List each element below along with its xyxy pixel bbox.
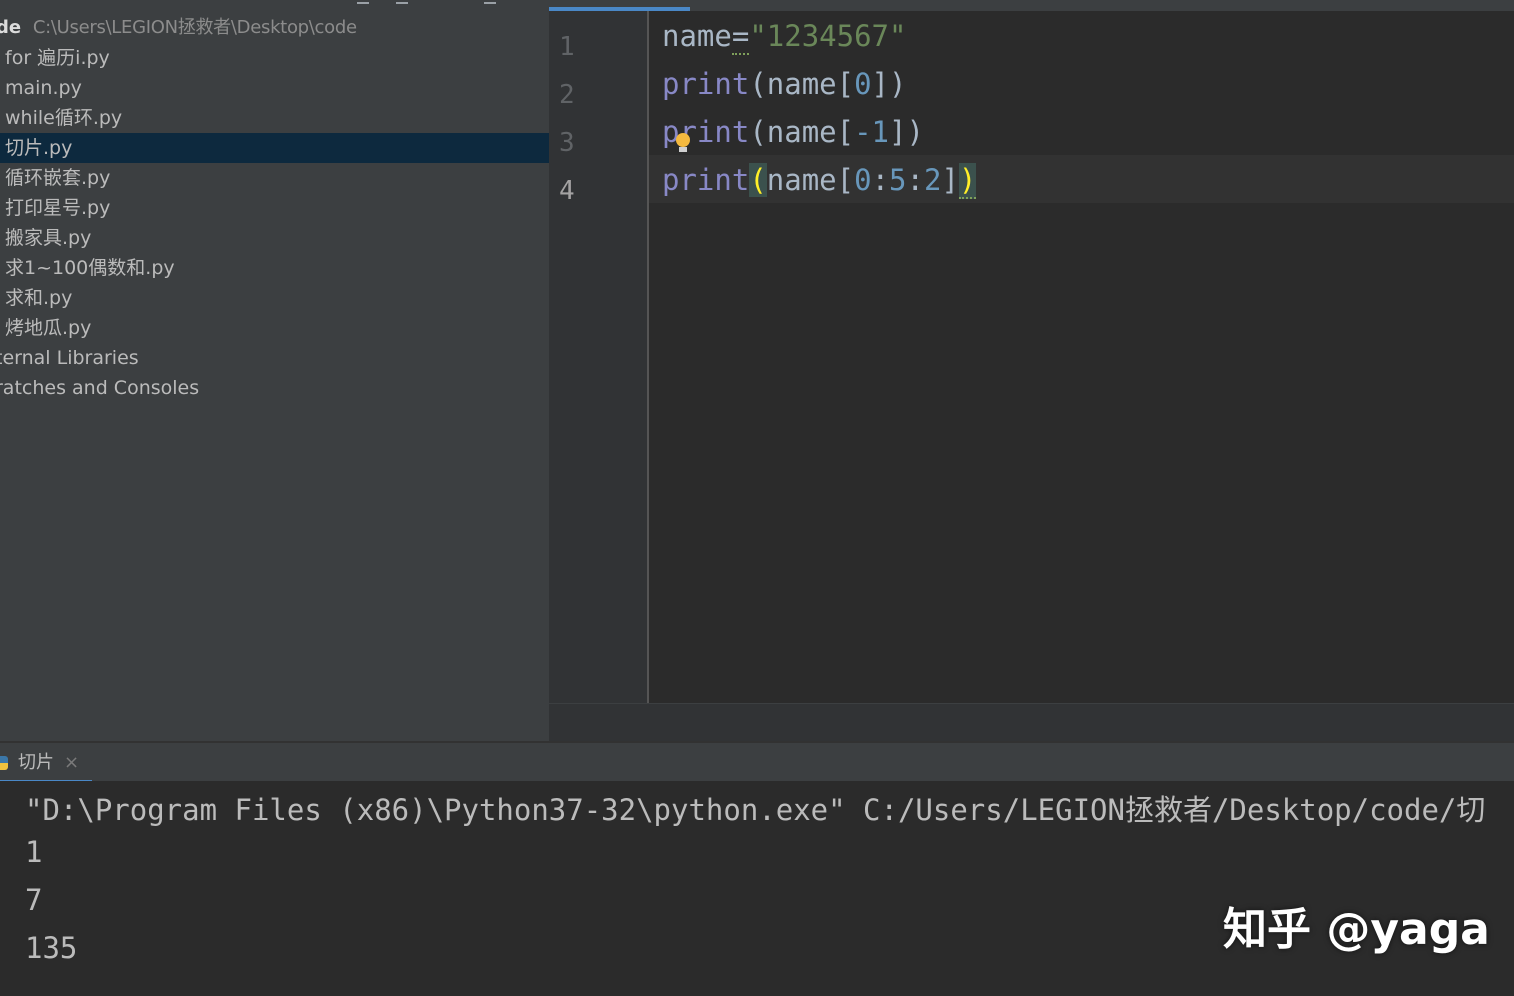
gear-icon[interactable] xyxy=(484,0,496,4)
file-item[interactable]: main.py xyxy=(0,73,549,103)
lightbulb-icon[interactable] xyxy=(676,133,690,147)
token: : xyxy=(871,163,890,197)
token: (name[ xyxy=(749,67,855,101)
project-toolbar xyxy=(0,0,549,10)
editor-breadcrumb-bar xyxy=(549,703,1514,741)
run-tool-window-header: 切片 × xyxy=(0,741,1514,783)
file-item[interactable]: 搬家具.py xyxy=(0,223,549,253)
file-item[interactable]: while循环.py xyxy=(0,103,549,133)
token: 2 xyxy=(923,163,942,197)
file-label: 烤地瓜.py xyxy=(5,317,92,339)
token: 0 xyxy=(854,163,872,197)
file-label: 循环嵌套.py xyxy=(5,167,111,189)
file-item-selected[interactable]: 切片.py xyxy=(0,133,549,163)
token: ]) xyxy=(871,67,907,101)
run-console[interactable]: "D:\Program Files (x86)\Python37-32\pyth… xyxy=(0,781,1514,996)
scratches-label: ratches and Consoles xyxy=(0,377,200,399)
token: print xyxy=(662,163,750,197)
file-label: 求1~100偶数和.py xyxy=(5,257,175,279)
file-label: while循环.py xyxy=(5,107,123,129)
line-number-current: 4 xyxy=(559,176,575,206)
external-libraries-node[interactable]: ternal Libraries xyxy=(0,343,549,373)
token: print xyxy=(662,115,750,149)
file-item[interactable]: 求和.py xyxy=(0,283,549,313)
watermark: 知乎 @yaga xyxy=(1223,904,1490,955)
settings-icon[interactable] xyxy=(357,0,369,4)
python-icon xyxy=(0,756,8,770)
token: "1234567" xyxy=(749,19,907,53)
token: ) xyxy=(958,163,977,199)
console-line: 135 xyxy=(25,931,78,965)
file-label: for 遍历i.py xyxy=(5,47,110,69)
token: print xyxy=(662,67,750,101)
token: name[ xyxy=(766,163,855,197)
editor-tab-strip xyxy=(549,0,1514,11)
file-item[interactable]: 烤地瓜.py xyxy=(0,313,549,343)
line-number: 3 xyxy=(559,128,575,158)
token: = xyxy=(731,19,750,55)
project-root-node[interactable]: de C:\Users\LEGION拯救者\Desktop\code xyxy=(0,16,357,40)
line-number: 2 xyxy=(559,80,575,110)
line-number-gutter: 1 2 3 4 xyxy=(549,11,649,703)
file-label: main.py xyxy=(5,77,82,99)
file-label: 切片.py xyxy=(5,137,73,159)
console-line: 1 xyxy=(25,835,43,869)
code-area[interactable]: name="1234567" print(name[0]) print(name… xyxy=(662,12,977,204)
code-line-1[interactable]: name="1234567" xyxy=(662,12,976,60)
collapse-icon[interactable] xyxy=(396,0,408,4)
project-tool-window: de C:\Users\LEGION拯救者\Desktop\code for 遍… xyxy=(0,0,549,741)
console-line: "D:\Program Files (x86)\Python37-32\pyth… xyxy=(25,793,1486,827)
file-item[interactable]: 求1~100偶数和.py xyxy=(0,253,549,283)
close-icon[interactable]: × xyxy=(64,743,79,783)
project-root-name: de xyxy=(0,17,22,38)
file-item[interactable]: 打印星号.py xyxy=(0,193,549,223)
file-item[interactable]: 循环嵌套.py xyxy=(0,163,549,193)
line-number: 1 xyxy=(559,32,575,62)
token: : xyxy=(906,163,924,197)
token: ( xyxy=(749,163,767,197)
lightbulb-base-icon xyxy=(679,147,687,152)
token: ] xyxy=(941,163,959,197)
project-root-path: C:\Users\LEGION拯救者\Desktop\code xyxy=(32,17,357,38)
file-label: 搬家具.py xyxy=(5,227,92,249)
code-line-4[interactable]: print(name[0:5:2]) xyxy=(662,156,977,204)
token: name xyxy=(662,19,732,53)
scratches-node[interactable]: ratches and Consoles xyxy=(0,373,549,403)
file-item[interactable]: for 遍历i.py xyxy=(0,43,549,73)
code-line-2[interactable]: print(name[0]) xyxy=(662,60,976,108)
external-libraries-label: ternal Libraries xyxy=(0,347,139,369)
token: 5 xyxy=(889,163,907,197)
code-line-3[interactable]: print(name[-1]) xyxy=(662,108,976,156)
token: (name[ xyxy=(749,115,855,149)
token: ]) xyxy=(889,115,924,149)
file-label: 求和.py xyxy=(5,287,73,309)
file-label: 打印星号.py xyxy=(5,197,111,219)
project-file-tree: for 遍历i.py main.py while循环.py 切片.py 循环嵌套… xyxy=(0,43,549,403)
run-tab-label: 切片 xyxy=(18,752,54,773)
code-editor[interactable]: 1 2 3 4 name="1234567" print(name[0]) pr… xyxy=(549,0,1514,741)
run-tab[interactable]: 切片 × xyxy=(0,743,92,783)
console-line: 7 xyxy=(25,883,43,917)
token: 0 xyxy=(854,67,872,101)
token: -1 xyxy=(854,115,889,149)
